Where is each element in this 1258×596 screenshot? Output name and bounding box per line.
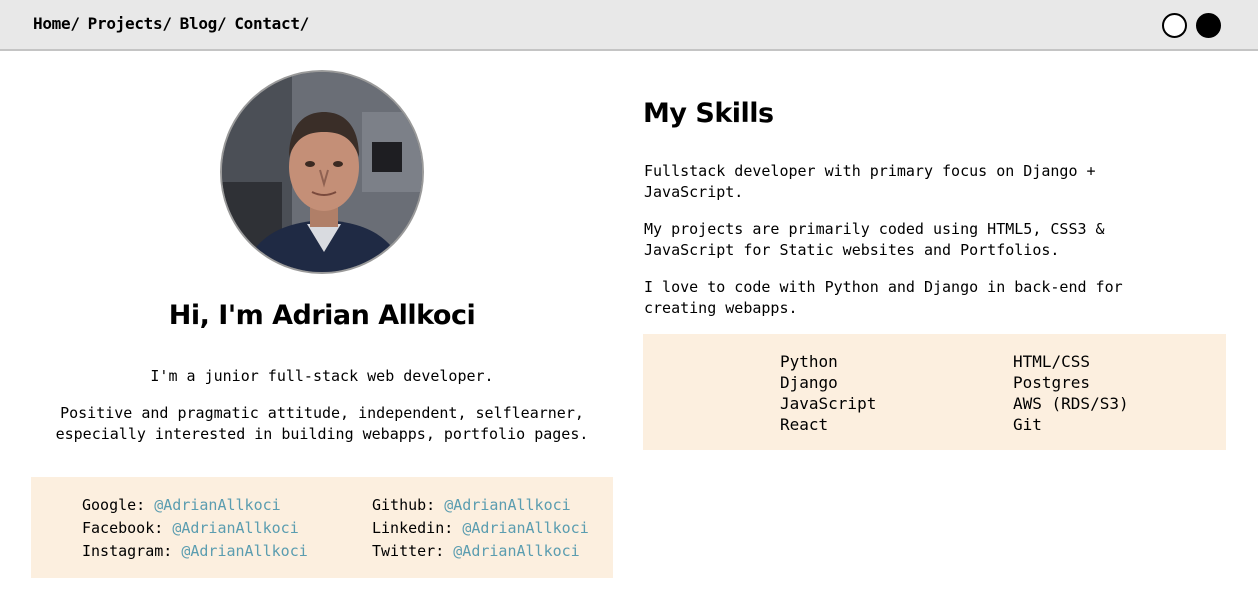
twitter-link[interactable]: @AdrianAllkoci: [453, 542, 579, 560]
social-label: Google:: [82, 496, 146, 514]
social-label: Instagram:: [82, 542, 173, 560]
social-label: Github:: [372, 496, 436, 514]
skills-column-right: HTML/CSS Postgres AWS (RDS/S3) Git: [1013, 351, 1129, 435]
skill-item: Git: [1013, 415, 1042, 434]
linkedin-link[interactable]: @AdrianAllkoci: [462, 519, 588, 537]
skills-title: My Skills: [643, 98, 774, 129]
dark-theme-toggle[interactable]: [1196, 13, 1221, 38]
social-row-google: Google: @AdrianAllkoci: [82, 494, 308, 517]
skill-item: Django: [780, 373, 838, 392]
skill-item: Python: [780, 352, 838, 371]
hero-tagline: I'm a junior full-stack web developer.: [150, 367, 494, 385]
nav-link-home[interactable]: Home/: [33, 14, 80, 33]
skill-item: HTML/CSS: [1013, 352, 1091, 371]
skill-item: JavaScript: [780, 394, 877, 413]
skills-column-left: Python Django JavaScript React: [780, 351, 876, 435]
nav-link-projects[interactable]: Projects/: [88, 14, 172, 33]
nav-link-contact[interactable]: Contact/: [234, 14, 309, 33]
skills-paragraph: My projects are primarily coded using HT…: [644, 220, 1105, 259]
skills-paragraph: I love to code with Python and Django in…: [644, 278, 1123, 317]
social-label: Twitter:: [372, 542, 445, 560]
skill-item: React: [780, 415, 829, 434]
nav-link-blog[interactable]: Blog/: [180, 14, 227, 33]
social-label: Linkedin:: [372, 519, 454, 537]
skills-list-box: Python Django JavaScript React HTML/CSS …: [643, 334, 1226, 450]
skills-paragraph: Fullstack developer with primary focus o…: [644, 162, 1096, 201]
social-links-box: Google: @AdrianAllkoci Facebook: @Adrian…: [31, 477, 613, 578]
nav-links: Home/ Projects/ Blog/ Contact/: [33, 14, 317, 33]
google-link[interactable]: @AdrianAllkoci: [154, 496, 280, 514]
hero-name: Hi, I'm Adrian Allkoci: [168, 300, 476, 331]
social-column-right: Github: @AdrianAllkoci Linkedin: @Adrian…: [372, 494, 589, 563]
social-row-instagram: Instagram: @AdrianAllkoci: [82, 540, 308, 563]
social-label: Facebook:: [82, 519, 164, 537]
light-theme-toggle[interactable]: [1162, 13, 1187, 38]
profile-photo: [222, 72, 422, 272]
navbar: Home/ Projects/ Blog/ Contact/: [0, 0, 1258, 51]
skill-item: Postgres: [1013, 373, 1091, 392]
social-row-linkedin: Linkedin: @AdrianAllkoci: [372, 517, 589, 540]
instagram-link[interactable]: @AdrianAllkoci: [181, 542, 307, 560]
social-column-left: Google: @AdrianAllkoci Facebook: @Adrian…: [82, 494, 308, 563]
social-row-github: Github: @AdrianAllkoci: [372, 494, 589, 517]
github-link[interactable]: @AdrianAllkoci: [444, 496, 570, 514]
social-row-twitter: Twitter: @AdrianAllkoci: [372, 540, 589, 563]
avatar: [220, 70, 424, 274]
facebook-link[interactable]: @AdrianAllkoci: [172, 519, 298, 537]
skill-item: AWS (RDS/S3): [1013, 394, 1129, 413]
hero-bio: Positive and pragmatic attitude, indepen…: [55, 404, 589, 443]
social-row-facebook: Facebook: @AdrianAllkoci: [82, 517, 308, 540]
